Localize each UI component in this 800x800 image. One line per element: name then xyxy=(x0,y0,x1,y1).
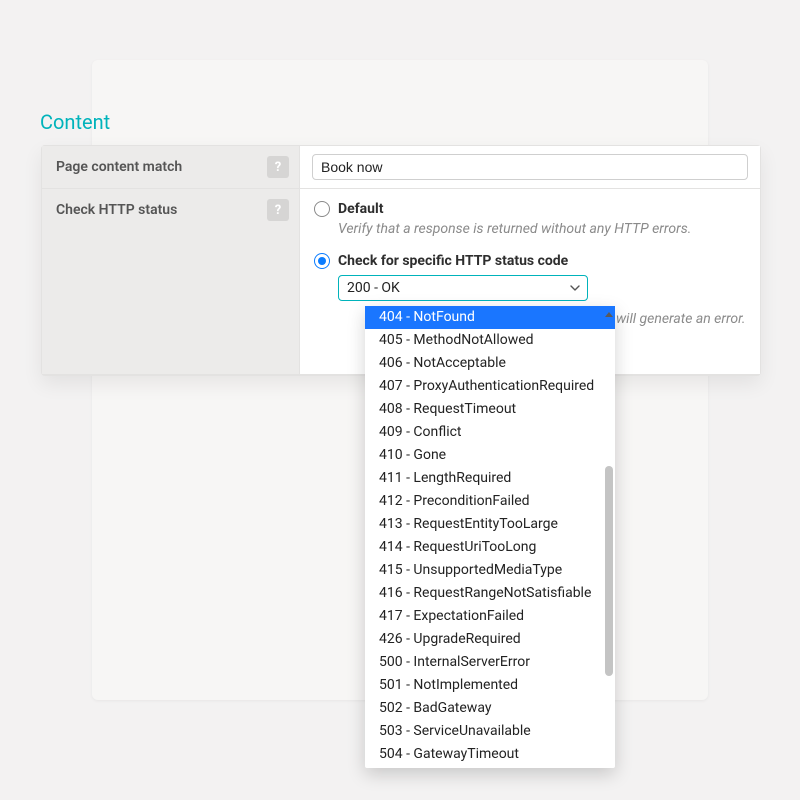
status-option[interactable]: 407 - ProxyAuthenticationRequired xyxy=(365,375,615,398)
field-label: Check HTTP status xyxy=(56,199,177,221)
status-option[interactable]: 405 - MethodNotAllowed xyxy=(365,329,615,352)
status-option[interactable]: 415 - UnsupportedMediaType xyxy=(365,559,615,582)
radio-line: Check for specific HTTP status code xyxy=(314,253,746,269)
radio-label-default: Default xyxy=(338,201,383,217)
chevron-down-icon xyxy=(570,283,580,293)
radio-default[interactable] xyxy=(314,201,330,217)
page-root: Content Page content match ? Check HTTP … xyxy=(0,0,800,800)
status-option[interactable]: 500 - InternalServerError xyxy=(365,651,615,674)
row-page-content-match: Page content match ? xyxy=(42,146,760,189)
status-code-selected-value: 200 - OK xyxy=(347,280,400,296)
status-option[interactable]: 416 - RequestRangeNotSatisfiable xyxy=(365,582,615,605)
dropdown-scrollbar[interactable] xyxy=(605,312,613,762)
help-icon[interactable]: ? xyxy=(267,199,289,221)
status-code-dropdown[interactable]: 404 - NotFound405 - MethodNotAllowed406 … xyxy=(365,306,615,768)
radio-label-specific: Check for specific HTTP status code xyxy=(338,253,568,269)
status-option[interactable]: 412 - PreconditionFailed xyxy=(365,490,615,513)
scroll-thumb[interactable] xyxy=(605,466,613,676)
radio-desc-default: Verify that a response is returned witho… xyxy=(338,219,746,239)
label-col: Page content match ? xyxy=(42,146,300,188)
page-content-match-input[interactable] xyxy=(312,154,748,180)
input-col xyxy=(300,146,760,188)
status-option[interactable]: 426 - UpgradeRequired xyxy=(365,628,615,651)
status-option[interactable]: 408 - RequestTimeout xyxy=(365,398,615,421)
status-option[interactable]: 417 - ExpectationFailed xyxy=(365,605,615,628)
status-option[interactable]: 414 - RequestUriTooLong xyxy=(365,536,615,559)
status-option[interactable]: 413 - RequestEntityTooLarge xyxy=(365,513,615,536)
status-code-select[interactable]: 200 - OK xyxy=(338,275,588,301)
status-option[interactable]: 504 - GatewayTimeout xyxy=(365,743,615,766)
dropdown-inner: 404 - NotFound405 - MethodNotAllowed406 … xyxy=(365,306,615,766)
content-form: Page content match ? Check HTTP status ?… xyxy=(41,145,761,376)
radio-desc-specific-tail: ed, will generate an error. xyxy=(595,309,746,329)
status-option[interactable]: 406 - NotAcceptable xyxy=(365,352,615,375)
status-option[interactable]: 410 - Gone xyxy=(365,444,615,467)
status-option[interactable]: 404 - NotFound xyxy=(365,306,615,329)
status-code-select-wrap: 200 - OK xyxy=(338,275,588,301)
scroll-track[interactable] xyxy=(605,321,613,762)
field-label: Page content match xyxy=(56,156,182,178)
radio-block-default: Default Verify that a response is return… xyxy=(314,201,746,239)
status-option[interactable]: 502 - BadGateway xyxy=(365,697,615,720)
status-option[interactable]: 503 - ServiceUnavailable xyxy=(365,720,615,743)
scroll-up-icon[interactable] xyxy=(605,312,613,317)
status-option[interactable]: 501 - NotImplemented xyxy=(365,674,615,697)
radio-line: Default xyxy=(314,201,746,217)
status-option[interactable]: 409 - Conflict xyxy=(365,421,615,444)
status-option[interactable]: 411 - LengthRequired xyxy=(365,467,615,490)
label-col: Check HTTP status ? xyxy=(42,189,300,374)
section-title-content: Content xyxy=(40,60,708,148)
radio-specific[interactable] xyxy=(314,253,330,269)
help-icon[interactable]: ? xyxy=(267,156,289,178)
